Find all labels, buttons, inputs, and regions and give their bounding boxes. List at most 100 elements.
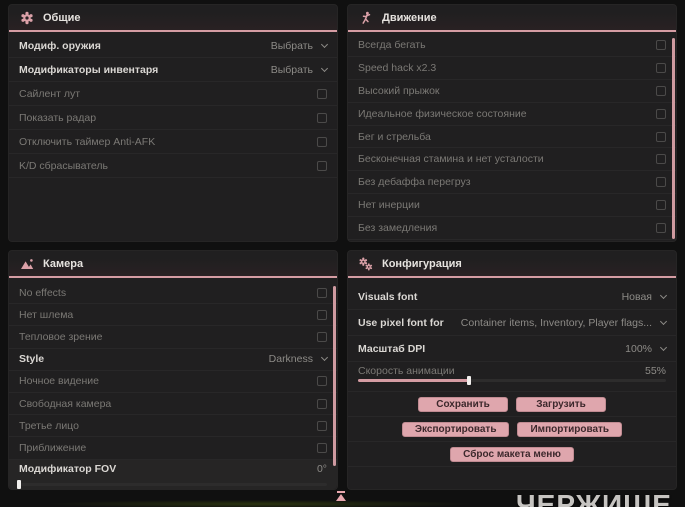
checkbox[interactable] (656, 85, 666, 96)
row-checkbox[interactable]: Третье лицо (9, 415, 337, 438)
row-label: Модиф. оружия (19, 39, 101, 52)
slider-track[interactable] (358, 376, 666, 385)
row-checkbox[interactable]: Без дебаффа перегруз (348, 171, 676, 195)
checkbox[interactable] (656, 39, 666, 50)
screen: ЧЕРЖИШЕ Общие Модиф. оружия Выбрать Модифи… (0, 0, 685, 507)
row-label: Свободная камера (19, 397, 112, 410)
panel-general-header: Общие (9, 5, 337, 32)
row-label: Масштаб DPI (358, 342, 426, 355)
row-checkbox[interactable]: Идеальное физическое состояние (348, 103, 676, 126)
checkbox[interactable] (656, 62, 666, 73)
row-dropdown: Масштаб DPI 100% (348, 336, 676, 362)
checkbox[interactable] (317, 88, 327, 99)
row-label: No effects (19, 286, 67, 299)
dropdown[interactable]: Darkness (268, 353, 329, 366)
row-checkbox[interactable]: Всегда бегать (348, 34, 676, 57)
panel-body: Visuals font Новая Use pixel font for Conta… (348, 278, 676, 467)
checkbox[interactable] (656, 200, 666, 211)
row-label: Speed hack x2.3 (358, 61, 437, 74)
checkbox[interactable] (656, 131, 666, 142)
dropdown[interactable]: 100% (625, 342, 668, 355)
checkbox[interactable] (317, 376, 327, 387)
action-button[interactable]: Экспортировать (401, 421, 510, 437)
panel-body: Модиф. оружия Выбрать Модификаторы инвента… (9, 32, 337, 178)
checkbox[interactable] (317, 287, 327, 298)
checkbox[interactable] (656, 177, 666, 188)
scrollbar[interactable] (672, 38, 675, 239)
row-checkbox[interactable]: Бег и стрельба (348, 126, 676, 149)
checkbox[interactable] (317, 136, 327, 147)
panel-camera-header: Камера (9, 251, 337, 278)
row-label: Приближение (19, 441, 87, 454)
row-checkbox[interactable]: Нет инерции (348, 194, 676, 218)
slider-knob[interactable] (17, 479, 21, 489)
row-checkbox[interactable]: Бесконечная стамина и нет усталости (348, 148, 676, 172)
action-button[interactable]: Сброс макета меню (450, 446, 574, 462)
checkbox[interactable] (317, 420, 327, 431)
checkbox[interactable] (317, 442, 327, 453)
row-checkbox[interactable]: Без замедления (348, 217, 676, 241)
dropdown-value: 100% (625, 342, 652, 355)
panel-movement-header: Движение (348, 5, 676, 32)
dropdown[interactable]: Новая (622, 291, 668, 303)
row-label: Тепловое зрение (19, 330, 103, 343)
row-label: K/D сбрасыватель (19, 159, 109, 172)
dropdown-value: Darkness (268, 353, 313, 366)
slider-knob[interactable] (466, 376, 471, 385)
slider-value: 0° (316, 462, 327, 475)
button-row: Сброс макета меню (348, 442, 676, 467)
checkbox[interactable] (317, 331, 327, 342)
checkbox[interactable] (656, 108, 666, 119)
panel-title: Камера (43, 257, 84, 270)
gear-icon (20, 11, 34, 25)
button-row: Экспортировать Импортировать (348, 417, 676, 442)
row-checkbox[interactable]: Нет шлема (9, 304, 337, 327)
row-label: Style (19, 353, 45, 366)
scrollbar[interactable] (333, 286, 336, 466)
row-label: Скорость анимации (358, 365, 455, 377)
dropdown-value: Container items, Inventory, Player flags… (460, 316, 652, 329)
panel-title: Движение (382, 11, 437, 24)
row-dropdown: Use pixel font for Container items, Inven… (348, 310, 676, 336)
panel-title: Общие (43, 11, 81, 24)
row-checkbox[interactable]: Сайлент лут (9, 82, 337, 106)
row-checkbox[interactable]: Приближение (9, 437, 337, 460)
button-row: Сохранить Загрузить (348, 392, 676, 417)
row-checkbox[interactable]: Свободная камера (9, 393, 337, 416)
row-checkbox[interactable]: No effects (9, 282, 337, 305)
action-button[interactable]: Сохранить (418, 396, 508, 412)
dropdown[interactable]: Container items, Inventory, Player flags… (460, 316, 668, 329)
row-checkbox[interactable]: Показать радар (9, 106, 337, 130)
checkbox[interactable] (317, 112, 327, 123)
slider-track[interactable] (17, 479, 327, 489)
row-label: Бесконечная стамина и нет усталости (358, 153, 544, 166)
row-label: Высокий прыжок (358, 84, 440, 97)
dropdown[interactable]: Выбрать (271, 64, 329, 76)
row-checkbox[interactable]: Ночное видение (9, 371, 337, 393)
action-button[interactable]: Загрузить (516, 396, 606, 412)
image-icon (20, 257, 34, 271)
row-label: Ночное видение (19, 375, 99, 388)
checkbox[interactable] (656, 154, 666, 165)
row-checkbox[interactable]: Speed hack x2.3 (348, 57, 676, 80)
slider-fill (358, 379, 469, 382)
action-button[interactable]: Импортировать (517, 421, 623, 437)
checkbox[interactable] (317, 160, 327, 171)
checkbox[interactable] (656, 223, 666, 234)
row-dropdown: Visuals font Новая (348, 284, 676, 310)
row-checkbox[interactable]: Тепловое зрение (9, 326, 337, 349)
panel-config-header: Конфигурация (348, 251, 676, 278)
checkbox[interactable] (317, 309, 327, 320)
dropdown[interactable]: Выбрать (271, 40, 329, 52)
row-checkbox[interactable]: Высокий прыжок (348, 80, 676, 103)
panel-body: Всегда бегать Speed hack x2.3 Высокий прыж… (348, 32, 676, 241)
panel-title: Конфигурация (382, 257, 462, 270)
row-label: Без дебаффа перегруз (358, 176, 471, 189)
row-slider: Модификатор FOV 0° (9, 459, 337, 489)
chevron-down-icon (320, 40, 329, 48)
row-label: Модификатор FOV (19, 462, 117, 475)
checkbox[interactable] (317, 398, 327, 409)
row-checkbox[interactable]: K/D сбрасыватель (9, 154, 337, 178)
row-label: Показать радар (19, 111, 97, 124)
row-checkbox[interactable]: Отключить таймер Anti-AFK (9, 130, 337, 154)
